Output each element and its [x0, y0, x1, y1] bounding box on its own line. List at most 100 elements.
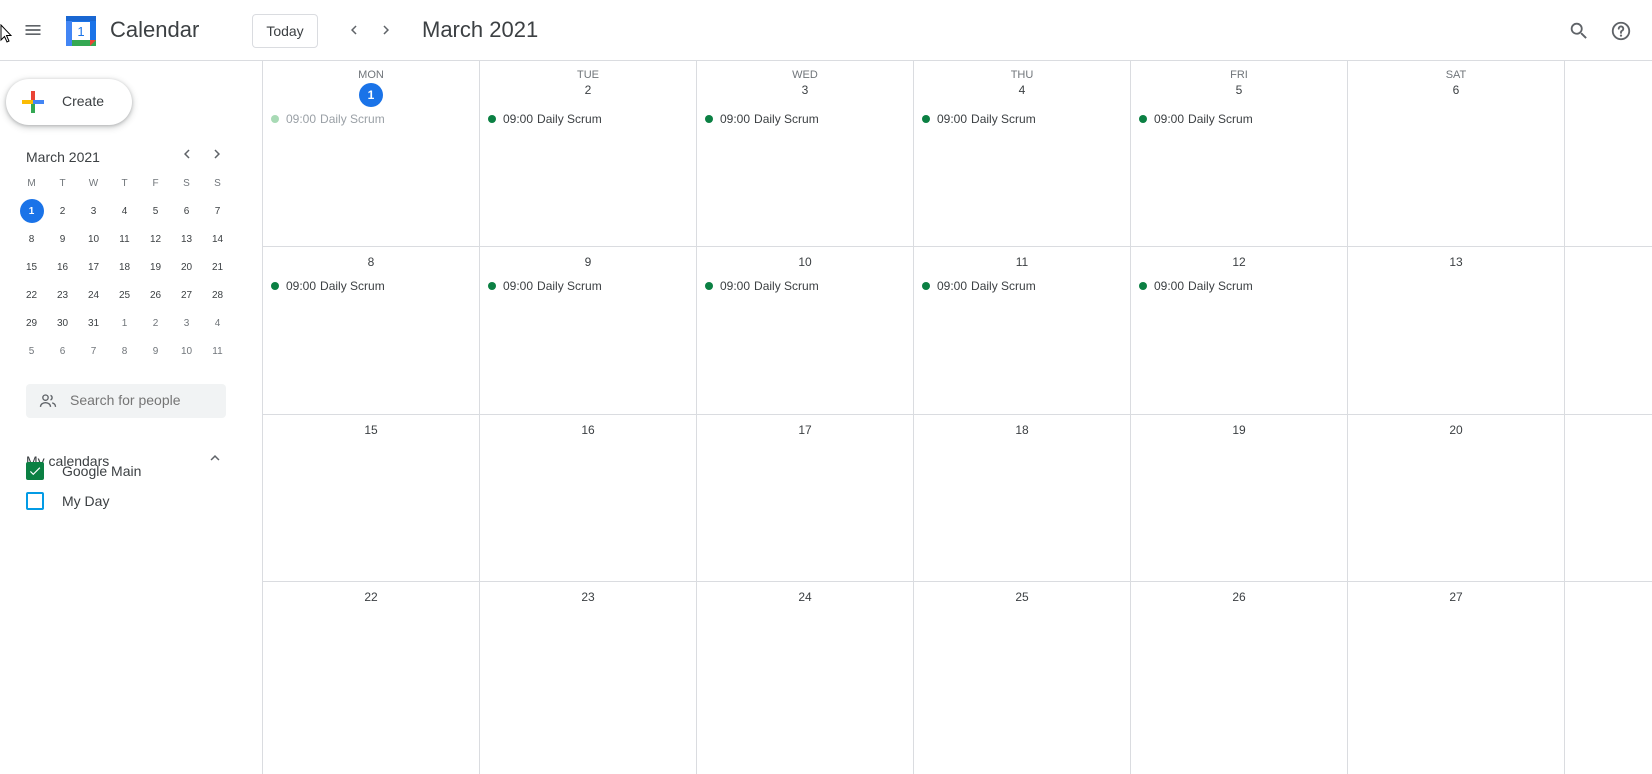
day-cell[interactable]: 19	[1131, 415, 1348, 581]
day-number[interactable]: 17	[697, 423, 913, 437]
mini-calendar-day-today[interactable]: 1	[16, 199, 47, 223]
day-number[interactable]: 25	[914, 590, 1130, 604]
event-chip[interactable]: 09:00 Daily Scrum	[271, 109, 385, 129]
mini-calendar-day[interactable]: 9	[47, 227, 78, 251]
mini-calendar-day[interactable]: 2	[47, 199, 78, 223]
day-number[interactable]: 12	[1131, 255, 1347, 269]
day-number[interactable]: 22	[263, 590, 479, 604]
mini-calendar-day[interactable]: 21	[202, 255, 233, 279]
my-calendars-collapse-button[interactable]	[200, 443, 230, 473]
day-number[interactable]: 20	[1348, 423, 1564, 437]
mini-calendar-next-button[interactable]	[202, 139, 232, 169]
mini-calendar-day[interactable]: 13	[171, 227, 202, 251]
mini-calendar-day[interactable]: 24	[78, 283, 109, 307]
mini-calendar-day[interactable]: 8	[109, 339, 140, 363]
event-chip[interactable]: 09:00 Daily Scrum	[488, 276, 602, 296]
day-number[interactable]: 10	[697, 255, 913, 269]
day-cell[interactable]: 8 09:00 Daily Scrum	[263, 247, 480, 414]
day-cell[interactable]: 17	[697, 415, 914, 581]
help-button[interactable]	[1604, 14, 1638, 48]
event-chip[interactable]: 09:00 Daily Scrum	[922, 109, 1036, 129]
day-number[interactable]: 3	[697, 83, 913, 97]
event-chip[interactable]: 09:00 Daily Scrum	[1139, 276, 1253, 296]
mini-calendar-day[interactable]: 18	[109, 255, 140, 279]
day-cell[interactable]: 27	[1348, 582, 1565, 774]
event-chip[interactable]: 09:00 Daily Scrum	[705, 109, 819, 129]
day-number[interactable]: 6	[1348, 83, 1564, 97]
people-search-input[interactable]	[70, 392, 220, 408]
mini-calendar-day[interactable]: 11	[109, 227, 140, 251]
mini-calendar-day[interactable]: 12	[140, 227, 171, 251]
day-cell[interactable]: 10 09:00 Daily Scrum	[697, 247, 914, 414]
mini-calendar-day[interactable]: 6	[47, 339, 78, 363]
event-chip[interactable]: 09:00 Daily Scrum	[1139, 109, 1253, 129]
search-button[interactable]	[1562, 14, 1596, 48]
mini-calendar-prev-button[interactable]	[172, 139, 202, 169]
people-search-box[interactable]	[26, 384, 226, 418]
mini-calendar-day[interactable]: 10	[171, 339, 202, 363]
calendar-logo-icon[interactable]: 1	[64, 14, 98, 48]
mini-calendar-day[interactable]: 23	[47, 283, 78, 307]
mini-calendar-day[interactable]: 30	[47, 311, 78, 335]
mini-calendar-day[interactable]: 26	[140, 283, 171, 307]
mini-calendar-day[interactable]: 2	[140, 311, 171, 335]
previous-month-button[interactable]	[338, 14, 370, 46]
event-chip[interactable]: 09:00 Daily Scrum	[271, 276, 385, 296]
mini-calendar-day[interactable]: 1	[109, 311, 140, 335]
mini-calendar-day[interactable]: 7	[202, 199, 233, 223]
day-cell[interactable]: TUE 2 09:00 Daily Scrum	[480, 61, 697, 246]
mini-calendar-day[interactable]: 28	[202, 283, 233, 307]
calendar-checkbox[interactable]	[26, 492, 44, 510]
mini-calendar-day[interactable]: 10	[78, 227, 109, 251]
mini-calendar-day[interactable]: 6	[171, 199, 202, 223]
calendar-item-google-main[interactable]: Google Main	[26, 459, 141, 483]
day-number[interactable]: 15	[263, 423, 479, 437]
day-cell[interactable]: SAT 6	[1348, 61, 1565, 246]
day-cell[interactable]: 25	[914, 582, 1131, 774]
day-number[interactable]: 23	[480, 590, 696, 604]
day-number[interactable]: 24	[697, 590, 913, 604]
day-cell[interactable]: 13	[1348, 247, 1565, 414]
day-cell[interactable]: 26	[1131, 582, 1348, 774]
day-number-today[interactable]: 1	[263, 83, 479, 107]
mini-calendar-day[interactable]: 8	[16, 227, 47, 251]
day-cell[interactable]: 23	[480, 582, 697, 774]
mini-calendar-day[interactable]: 4	[109, 199, 140, 223]
day-cell[interactable]: MON 1 09:00 Daily Scrum	[263, 61, 480, 246]
mini-calendar-day[interactable]: 19	[140, 255, 171, 279]
mini-calendar-day[interactable]: 16	[47, 255, 78, 279]
day-cell[interactable]: 15	[263, 415, 480, 581]
mini-calendar-day[interactable]: 15	[16, 255, 47, 279]
mini-calendar-day[interactable]: 3	[171, 311, 202, 335]
main-menu-button[interactable]	[16, 13, 50, 47]
day-number[interactable]: 16	[480, 423, 696, 437]
mini-calendar-day[interactable]: 31	[78, 311, 109, 335]
mini-calendar-day[interactable]: 4	[202, 311, 233, 335]
day-cell[interactable]: 18	[914, 415, 1131, 581]
day-number[interactable]: 5	[1131, 83, 1347, 97]
day-cell[interactable]: 22	[263, 582, 480, 774]
day-number[interactable]: 11	[914, 255, 1130, 269]
day-number[interactable]: 27	[1348, 590, 1564, 604]
day-cell[interactable]: 24	[697, 582, 914, 774]
mini-calendar-day[interactable]: 7	[78, 339, 109, 363]
day-number[interactable]: 26	[1131, 590, 1347, 604]
event-chip[interactable]: 09:00 Daily Scrum	[922, 276, 1036, 296]
mini-calendar-day[interactable]: 3	[78, 199, 109, 223]
calendar-checkbox[interactable]	[26, 462, 44, 480]
day-cell[interactable]: 9 09:00 Daily Scrum	[480, 247, 697, 414]
mini-calendar-day[interactable]: 5	[16, 339, 47, 363]
day-cell[interactable]: WED 3 09:00 Daily Scrum	[697, 61, 914, 246]
mini-calendar-day[interactable]: 29	[16, 311, 47, 335]
mini-calendar-day[interactable]: 27	[171, 283, 202, 307]
day-cell[interactable]: 20	[1348, 415, 1565, 581]
day-cell[interactable]: FRI 5 09:00 Daily Scrum	[1131, 61, 1348, 246]
day-cell[interactable]: 12 09:00 Daily Scrum	[1131, 247, 1348, 414]
event-chip[interactable]: 09:00 Daily Scrum	[488, 109, 602, 129]
day-number[interactable]: 19	[1131, 423, 1347, 437]
next-month-button[interactable]	[370, 14, 402, 46]
day-number[interactable]: 8	[263, 255, 479, 269]
day-cell[interactable]: 16	[480, 415, 697, 581]
mini-calendar-day[interactable]: 22	[16, 283, 47, 307]
day-number[interactable]: 2	[480, 83, 696, 97]
